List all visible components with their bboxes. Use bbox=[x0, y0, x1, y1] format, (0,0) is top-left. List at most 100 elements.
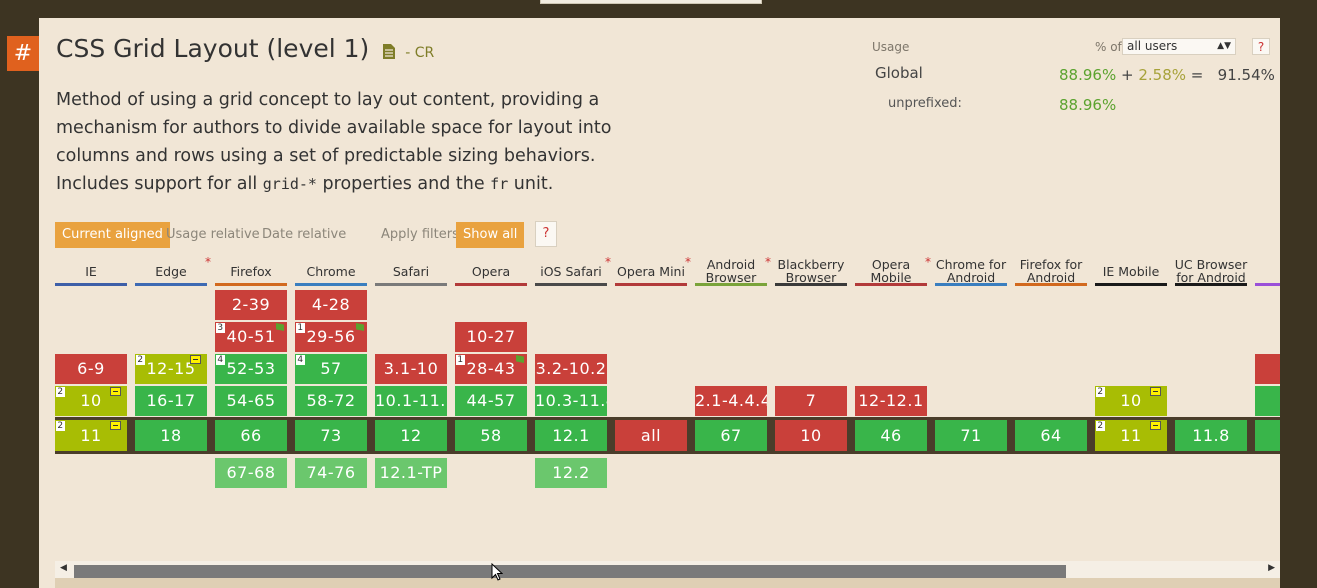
support-cell[interactable]: 3.1-10 bbox=[375, 354, 447, 384]
browser-header[interactable]: iOS Safari * bbox=[535, 256, 611, 286]
notes-asterisk-icon: * bbox=[925, 255, 931, 269]
browser-header[interactable]: Firefox bbox=[215, 256, 287, 286]
percent-of-label: % of bbox=[1095, 40, 1122, 54]
support-cell[interactable]: 12-12.1 bbox=[855, 386, 927, 416]
support-cell[interactable]: 10 2 bbox=[55, 386, 127, 416]
support-cell[interactable]: 54-65 bbox=[215, 386, 287, 416]
scroll-left-icon[interactable]: ◀ bbox=[60, 563, 67, 573]
browser-name: Firefox bbox=[230, 263, 272, 279]
support-cell[interactable]: 67-68 bbox=[215, 458, 287, 488]
browser-header[interactable]: Android Browser * bbox=[695, 256, 771, 286]
support-cell[interactable]: 52-53 4 bbox=[215, 354, 287, 384]
version-range: 12.2 bbox=[552, 463, 590, 482]
version-range: 71 bbox=[960, 426, 982, 445]
section-anchor-link[interactable]: # bbox=[7, 36, 39, 71]
unprefixed-percent: 88.96% bbox=[1059, 96, 1117, 114]
note-number-badge: 2 bbox=[56, 421, 65, 431]
date-relative-button[interactable]: Date relative bbox=[255, 222, 353, 248]
support-cell[interactable]: 11 2 bbox=[55, 420, 127, 451]
browser-header[interactable]: Chrome bbox=[295, 256, 367, 286]
support-cell[interactable]: 11.8 bbox=[1175, 420, 1247, 451]
browser-header[interactable]: Chrome for Android bbox=[935, 256, 1007, 286]
browser-header[interactable]: IE bbox=[55, 256, 127, 286]
browser-header[interactable]: IE Mobile bbox=[1095, 256, 1167, 286]
scroll-right-icon[interactable]: ▶ bbox=[1268, 563, 1275, 573]
apply-filters-button[interactable]: Apply filters bbox=[374, 222, 466, 248]
browser-color-bar bbox=[295, 283, 367, 286]
support-cell[interactable]: 12.1-TP bbox=[375, 458, 447, 488]
support-cell[interactable]: 44-57 bbox=[455, 386, 527, 416]
support-cell[interactable]: 6-9 bbox=[55, 354, 127, 384]
usage-relative-button[interactable]: Usage relative bbox=[159, 222, 267, 248]
controls-help-button[interactable]: ? bbox=[535, 221, 557, 247]
version-range: 3.1-10 bbox=[383, 359, 439, 378]
support-cell[interactable]: 16-17 bbox=[135, 386, 207, 416]
current-aligned-button[interactable]: Current aligned bbox=[55, 222, 170, 248]
support-cell[interactable] bbox=[1255, 354, 1280, 384]
support-cell[interactable]: all bbox=[615, 420, 687, 451]
support-cell[interactable]: 74-76 bbox=[295, 458, 367, 488]
version-range: 40-51 bbox=[226, 327, 276, 346]
select-arrow-icon: ▲▼ bbox=[1217, 41, 1231, 51]
scrollbar-thumb[interactable] bbox=[74, 565, 1066, 578]
support-cell[interactable]: 4-28 bbox=[295, 290, 367, 320]
browser-name: Blackberry Browser bbox=[777, 257, 845, 285]
usage-help-button[interactable]: ? bbox=[1252, 38, 1270, 55]
user-group-select[interactable]: all users ▲▼ bbox=[1122, 38, 1236, 55]
support-cell[interactable]: 12.1 bbox=[535, 420, 607, 451]
browser-header[interactable]: Firefox for Android bbox=[1015, 256, 1087, 286]
note-number-badge: 4 bbox=[216, 355, 225, 365]
support-cell[interactable]: 40-51 3 bbox=[215, 322, 287, 352]
browser-header[interactable]: S bbox=[1255, 256, 1280, 286]
browser-color-bar bbox=[1175, 283, 1247, 286]
support-cell[interactable]: 58-72 bbox=[295, 386, 367, 416]
support-cell[interactable]: 3.2-10.2 bbox=[535, 354, 607, 384]
spec-document-icon[interactable] bbox=[383, 36, 396, 65]
browser-name: Opera Mobile bbox=[870, 257, 912, 285]
support-cell[interactable]: 2-39 bbox=[215, 290, 287, 320]
support-cell[interactable]: 73 bbox=[295, 420, 367, 451]
support-cell[interactable]: 10 bbox=[775, 420, 847, 451]
spec-status[interactable]: - CR bbox=[405, 45, 434, 61]
support-cell[interactable]: 10.1-11.1 bbox=[375, 386, 447, 416]
browser-name: Safari bbox=[392, 263, 430, 279]
browser-header[interactable]: Opera Mini * bbox=[615, 256, 691, 286]
browser-header[interactable]: Opera Mobile * bbox=[855, 256, 931, 286]
show-all-button[interactable]: Show all bbox=[456, 222, 525, 248]
support-cell[interactable]: 29-56 1 bbox=[295, 322, 367, 352]
support-cell[interactable]: 57 4 bbox=[295, 354, 367, 384]
support-cell[interactable]: 7 bbox=[775, 386, 847, 416]
support-cell[interactable]: 11 2 bbox=[1095, 420, 1167, 451]
support-cell[interactable]: 66 bbox=[215, 420, 287, 451]
support-cell[interactable] bbox=[1255, 420, 1280, 451]
support-cell[interactable]: 10.3-11.4 bbox=[535, 386, 607, 416]
browser-header[interactable]: Opera bbox=[455, 256, 527, 286]
support-cell[interactable]: 2.1-4.4.4 bbox=[695, 386, 767, 416]
top-tab-strip bbox=[540, 0, 762, 4]
browser-header[interactable]: UC Browser for Android bbox=[1175, 256, 1248, 286]
note-number-badge: 2 bbox=[1096, 421, 1105, 431]
global-usage-figures: 88.96% + 2.58% = 91.54% bbox=[1059, 66, 1275, 84]
support-cell[interactable]: 46 bbox=[855, 420, 927, 451]
version-range: 54-65 bbox=[226, 391, 276, 410]
browser-header[interactable]: Edge * bbox=[135, 256, 211, 286]
support-cell[interactable]: 71 bbox=[935, 420, 1007, 451]
support-cell[interactable]: 6 bbox=[1255, 386, 1280, 416]
browser-color-bar bbox=[215, 283, 287, 286]
support-cell[interactable]: 67 bbox=[695, 420, 767, 451]
browser-header[interactable]: Safari bbox=[375, 256, 447, 286]
support-cell[interactable]: 18 bbox=[135, 420, 207, 451]
browser-color-bar bbox=[855, 283, 927, 286]
browser-header[interactable]: Blackberry Browser bbox=[775, 256, 847, 286]
support-cell[interactable]: 12 bbox=[375, 420, 447, 451]
support-cell[interactable]: 64 bbox=[1015, 420, 1087, 451]
support-cell[interactable]: 58 bbox=[455, 420, 527, 451]
browser-name: Chrome for Android bbox=[935, 257, 1007, 285]
support-cell[interactable]: 12-15 2 bbox=[135, 354, 207, 384]
note-number-badge: 4 bbox=[296, 355, 305, 365]
support-cell[interactable]: 28-43 1 bbox=[455, 354, 527, 384]
horizontal-scrollbar[interactable]: ◀ ▶ bbox=[55, 561, 1280, 578]
support-cell[interactable]: 10-27 bbox=[455, 322, 527, 352]
support-cell[interactable]: 10 2 bbox=[1095, 386, 1167, 416]
support-cell[interactable]: 12.2 bbox=[535, 458, 607, 488]
